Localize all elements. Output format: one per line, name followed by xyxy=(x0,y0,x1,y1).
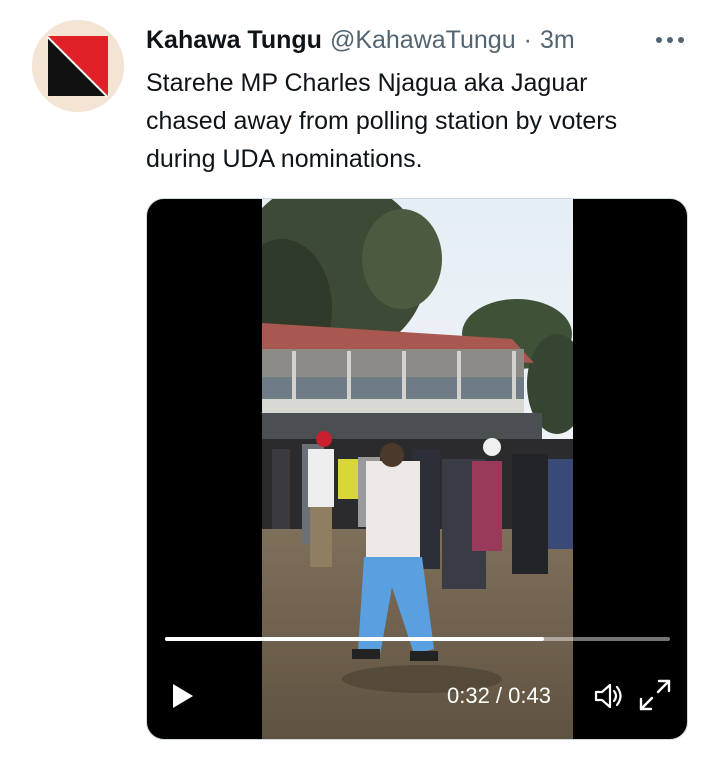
video-frame[interactable] xyxy=(262,199,573,739)
play-icon[interactable] xyxy=(169,681,197,711)
video-progress-fill xyxy=(165,637,544,641)
tweet-header: Kahawa Tungu @KahawaTungu · 3m xyxy=(146,24,575,56)
more-dot xyxy=(656,37,662,43)
kahawa-tungu-logo xyxy=(32,20,124,112)
timestamp[interactable]: 3m xyxy=(540,26,575,55)
more-dot xyxy=(678,37,684,43)
video-player[interactable]: 0:32 / 0:43 xyxy=(146,198,688,740)
tweet-text-line: chased away from polling station by vote… xyxy=(146,107,618,135)
video-still-image xyxy=(262,199,573,739)
more-horizontal-icon[interactable] xyxy=(652,28,688,52)
user-handle[interactable]: @KahawaTungu xyxy=(330,26,516,55)
video-progress-bar[interactable] xyxy=(165,637,670,641)
video-time: 0:32 / 0:43 xyxy=(447,683,551,708)
display-name[interactable]: Kahawa Tungu xyxy=(146,26,322,55)
separator-dot: · xyxy=(523,25,532,54)
tweet-text-line: Starehe MP Charles Njagua aka Jaguar xyxy=(146,69,588,97)
more-dot xyxy=(667,37,673,43)
volume-icon[interactable] xyxy=(593,681,625,711)
avatar[interactable] xyxy=(32,20,124,112)
tweet-text: Starehe MP Charles Njagua aka Jaguar cha… xyxy=(146,64,696,178)
fullscreen-icon[interactable] xyxy=(637,677,673,713)
tweet-text-line: during UDA nominations. xyxy=(146,145,423,173)
